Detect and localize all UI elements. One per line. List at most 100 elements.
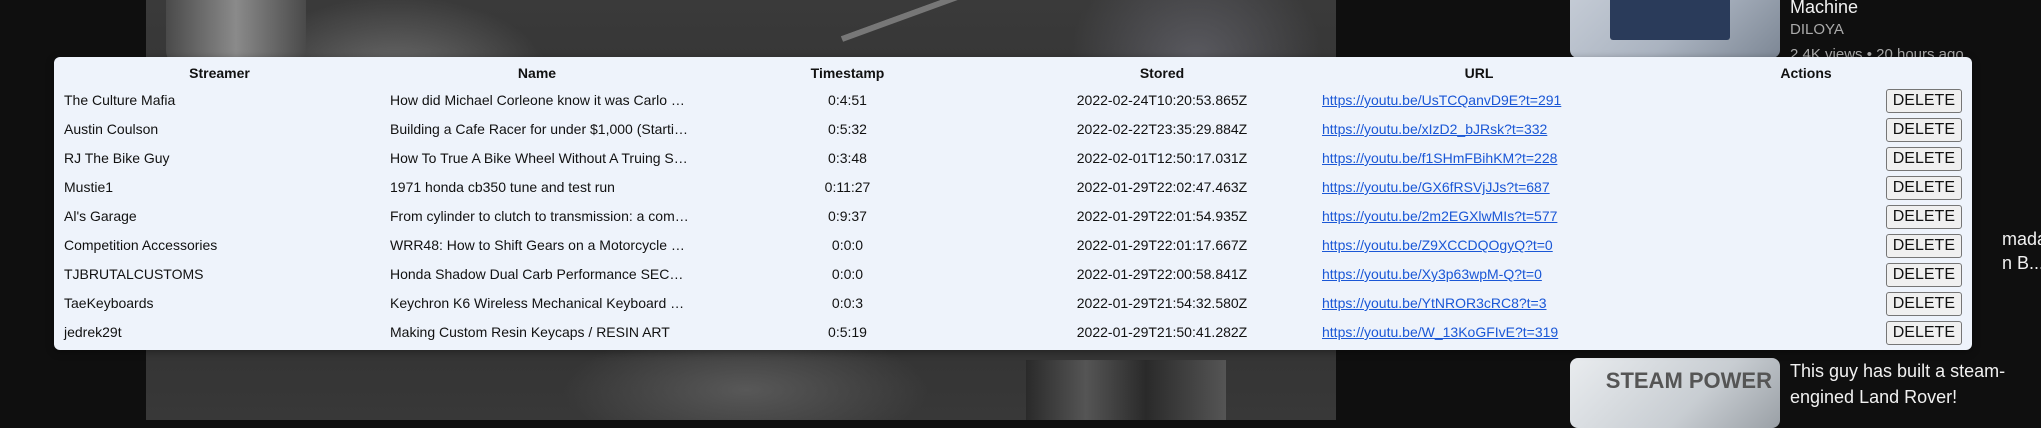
streamer-cell: Competition Accessories [64,237,218,253]
actions-cell: DELETE [1640,202,1972,231]
streamer-cell: TaeKeyboards [64,295,154,311]
video-name-cell: How To True A Bike Wheel Without A Truin… [390,150,689,166]
delete-button[interactable]: DELETE [1885,234,1962,259]
stored-date-cell: 2022-01-29T22:02:47.463Z [1076,179,1248,195]
url-cell: https://youtu.be/GX6fRSVjJJs?t=687 [1318,173,1640,202]
recommendation-channel[interactable]: DILOYA [1790,21,1844,38]
delete-button[interactable]: DELETE [1885,205,1962,230]
actions-cell: DELETE [1640,231,1972,260]
table-row: TJBRUTALCUSTOMS Honda Shadow Dual Carb P… [54,260,1972,289]
delete-button[interactable]: DELETE [1885,147,1962,172]
stored-date-cell: 2022-01-29T21:50:41.282Z [1076,324,1248,340]
table-row: jedrek29t Making Custom Resin Keycaps / … [54,318,1972,347]
video-name-cell: Keychron K6 Wireless Mechanical Keyboard… [390,295,689,311]
recommendation-thumbnail[interactable]: STEAM POWER [1570,358,1780,428]
column-header-timestamp: Timestamp [810,65,885,81]
stored-date-cell: 2022-01-29T22:01:17.667Z [1076,237,1248,253]
actions-cell: DELETE [1640,260,1972,289]
actions-cell: DELETE [1640,289,1972,318]
delete-button[interactable]: DELETE [1885,89,1962,114]
recommendation-title[interactable]: Machine [1790,0,2030,20]
video-name-cell: How did Michael Corleone know it was Car… [390,92,689,108]
column-header-name: Name [517,65,557,81]
video-url-link[interactable]: https://youtu.be/Z9XCCDQOgyQ?t=0 [1322,237,1553,253]
video-name-cell: Honda Shadow Dual Carb Performance SECRE… [390,266,689,282]
video-url-link[interactable]: https://youtu.be/GX6fRSVjJJs?t=687 [1322,179,1550,195]
video-name-cell: From cylinder to clutch to transmission:… [390,208,689,224]
streamer-cell: Al's Garage [64,208,137,224]
delete-button[interactable]: DELETE [1885,292,1962,317]
stored-date-cell: 2022-01-29T22:00:58.841Z [1076,266,1248,282]
stored-date-cell: 2022-02-22T23:35:29.884Z [1076,121,1248,137]
table-row: RJ The Bike Guy How To True A Bike Wheel… [54,144,1972,173]
streamer-cell: Mustie1 [64,179,114,195]
streamer-cell: Austin Coulson [64,121,159,137]
timestamp-cell: 0:5:32 [828,121,867,137]
recommendation-title[interactable]: This guy has built a steam-engined Land … [1790,358,2030,410]
thumbnail-image [1610,0,1730,40]
timestamp-cell: 0:9:37 [828,208,867,224]
stored-date-cell: 2022-02-01T12:50:17.031Z [1076,150,1248,166]
video-name-cell: Making Custom Resin Keycaps / RESIN ART [390,324,670,340]
video-url-link[interactable]: https://youtu.be/f1SHmFBihKM?t=228 [1322,150,1557,166]
timestamp-cell: 0:0:0 [831,237,864,253]
url-cell: https://youtu.be/xIzD2_bJRsk?t=332 [1318,115,1640,144]
video-url-link[interactable]: https://youtu.be/2m2EGXlwMIs?t=577 [1322,208,1557,224]
url-cell: https://youtu.be/Xy3p63wpM-Q?t=0 [1318,260,1640,289]
table-row: Mustie1 1971 honda cb350 tune and test r… [54,173,1972,202]
column-header-stored: Stored [1139,65,1185,81]
column-header-url: URL [1464,65,1494,81]
recommendation-title-fragment[interactable]: mada | [2002,226,2041,252]
url-cell: https://youtu.be/UsTCQanvD9E?t=291 [1318,86,1640,115]
recommendation-title-fragment[interactable]: n B... [2002,250,2041,276]
delete-button[interactable]: DELETE [1885,118,1962,143]
video-name-cell: Building a Cafe Racer for under $1,000 (… [390,121,689,137]
video-url-link[interactable]: https://youtu.be/UsTCQanvD9E?t=291 [1322,92,1561,108]
actions-cell: DELETE [1640,86,1972,115]
streamer-cell: jedrek29t [64,324,122,340]
timestamp-cell: 0:3:48 [828,150,867,166]
table-row: TaeKeyboards Keychron K6 Wireless Mechan… [54,289,1972,318]
delete-button[interactable]: DELETE [1885,263,1962,288]
video-content [1026,360,1226,420]
table-row: Austin Coulson Building a Cafe Racer for… [54,115,1972,144]
actions-cell: DELETE [1640,115,1972,144]
delete-button[interactable]: DELETE [1885,176,1962,201]
video-name-cell: 1971 honda cb350 tune and test run [390,179,615,195]
timestamp-cell: 0:11:27 [824,179,871,195]
actions-cell: DELETE [1640,173,1972,202]
url-cell: https://youtu.be/W_13KoGFIvE?t=319 [1318,318,1640,347]
recommendation-thumbnail[interactable] [1570,0,1780,58]
stored-date-cell: 2022-01-29T22:01:54.935Z [1076,208,1248,224]
url-cell: https://youtu.be/Z9XCCDQOgyQ?t=0 [1318,231,1640,260]
actions-cell: DELETE [1640,144,1972,173]
saved-timestamps-table: Streamer Name Timestamp Stored URL Actio… [54,57,1972,347]
streamer-cell: The Culture Mafia [64,92,176,108]
table-row: Al's Garage From cylinder to clutch to t… [54,202,1972,231]
table-header-row: Streamer Name Timestamp Stored URL Actio… [54,57,1972,86]
thumbnail-text: STEAM POWER [1605,368,1772,393]
video-url-link[interactable]: https://youtu.be/Xy3p63wpM-Q?t=0 [1322,266,1542,282]
timestamp-cell: 0:5:19 [828,324,867,340]
table-row: The Culture Mafia How did Michael Corleo… [54,86,1972,115]
video-url-link[interactable]: https://youtu.be/YtNROR3cRC8?t=3 [1322,295,1547,311]
url-cell: https://youtu.be/2m2EGXlwMIs?t=577 [1318,202,1640,231]
timestamp-cell: 0:0:3 [831,295,864,311]
actions-cell: DELETE [1640,318,1972,347]
saved-timestamps-panel: Streamer Name Timestamp Stored URL Actio… [54,57,1972,350]
timestamp-cell: 0:0:0 [831,266,864,282]
timestamp-cell: 0:4:51 [828,92,867,108]
video-url-link[interactable]: https://youtu.be/xIzD2_bJRsk?t=332 [1322,121,1547,137]
video-url-link[interactable]: https://youtu.be/W_13KoGFIvE?t=319 [1322,324,1558,340]
streamer-cell: RJ The Bike Guy [64,150,170,166]
column-header-actions: Actions [1780,65,1832,81]
table-row: Competition Accessories WRR48: How to Sh… [54,231,1972,260]
streamer-cell: TJBRUTALCUSTOMS [64,266,204,282]
delete-button[interactable]: DELETE [1885,321,1962,346]
stored-date-cell: 2022-02-24T10:20:53.865Z [1076,92,1248,108]
column-header-streamer: Streamer [189,65,250,81]
stored-date-cell: 2022-01-29T21:54:32.580Z [1076,295,1248,311]
url-cell: https://youtu.be/f1SHmFBihKM?t=228 [1318,144,1640,173]
video-name-cell: WRR48: How to Shift Gears on a Motorcycl… [390,237,689,253]
url-cell: https://youtu.be/YtNROR3cRC8?t=3 [1318,289,1640,318]
